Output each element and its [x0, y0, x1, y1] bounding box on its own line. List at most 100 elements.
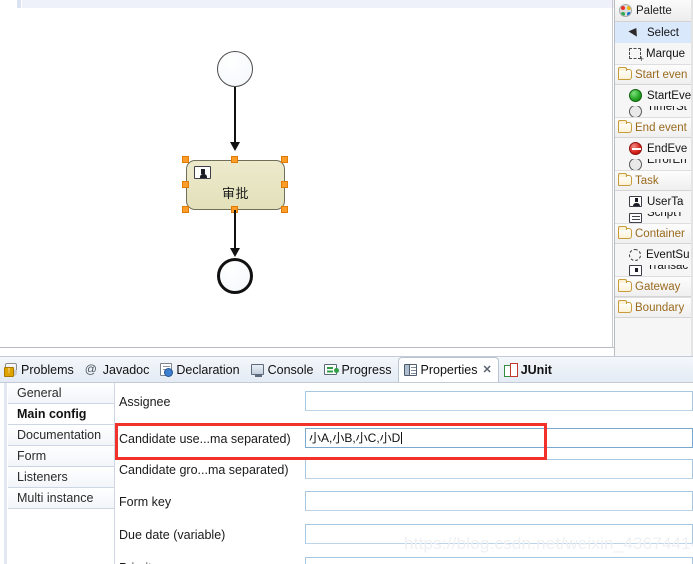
- tab-properties[interactable]: Properties ✕: [397, 357, 499, 383]
- form-label-candidate-users: Candidate use...ma separated): [119, 432, 291, 446]
- palette-item-user-task-label: UserTa: [647, 195, 684, 208]
- selection-handle-se[interactable]: [281, 206, 288, 213]
- palette-tool-marquee-label: Marque: [646, 47, 685, 60]
- tab-declaration-label: Declaration: [176, 362, 240, 377]
- tab-declaration[interactable]: Declaration: [155, 357, 245, 382]
- properties-tab-listeners-label: Listeners: [17, 470, 68, 484]
- palette-item-error-end-event[interactable]: ErrorEn: [615, 159, 693, 170]
- form-label-assignee: Assignee: [119, 395, 171, 409]
- palette-group-end-events[interactable]: End event: [615, 117, 693, 138]
- view-tab-bar: Problems Javadoc Declaration Console Pro…: [0, 356, 693, 383]
- palette-icon: [619, 4, 632, 17]
- folder-icon: [618, 67, 632, 80]
- palette-header-label: Palette: [636, 4, 672, 17]
- editor-tab-strip: [0, 0, 614, 8]
- priority-input[interactable]: [305, 557, 693, 564]
- properties-icon: [403, 364, 417, 376]
- properties-tab-general[interactable]: General: [8, 383, 115, 404]
- selection-handle-sw[interactable]: [182, 206, 189, 213]
- candidate-groups-input[interactable]: [305, 459, 693, 479]
- editor-area: 审批 Palette Select + Marque Start even St…: [0, 0, 693, 356]
- palette-item-user-task[interactable]: UserTa: [615, 191, 693, 212]
- bpmn-diagram-canvas[interactable]: 审批: [0, 8, 614, 348]
- palette-header[interactable]: Palette: [615, 0, 693, 22]
- selection-handle-nw[interactable]: [182, 156, 189, 163]
- folder-icon: [618, 279, 632, 292]
- user-task-icon: [629, 196, 642, 207]
- text-caret: [401, 432, 403, 444]
- palette-tool-marquee[interactable]: Marque: [615, 43, 693, 64]
- tab-junit[interactable]: JUnit: [499, 357, 558, 382]
- palette-tool-select[interactable]: Select: [615, 22, 693, 43]
- palette-group-gateway[interactable]: Gateway: [615, 276, 693, 297]
- tab-properties-label: Properties: [420, 363, 478, 377]
- start-event-circle[interactable]: [217, 51, 253, 87]
- properties-tab-main-config[interactable]: Main config: [8, 404, 115, 425]
- folder-icon: [618, 173, 632, 186]
- clock-icon: [629, 106, 642, 117]
- properties-tab-documentation-label: Documentation: [17, 428, 102, 442]
- progress-icon: [324, 364, 340, 375]
- tab-problems[interactable]: Problems: [0, 357, 80, 382]
- properties-tab-list: General Main config Documentation Form L…: [8, 383, 115, 564]
- palette-tool-select-label: Select: [647, 26, 679, 39]
- selection-handle-n[interactable]: [231, 156, 238, 163]
- properties-tab-general-label: General: [17, 386, 62, 400]
- close-icon[interactable]: ✕: [482, 364, 491, 376]
- palette-item-start-event[interactable]: StartEve: [615, 85, 693, 106]
- palette-group-boundary-label: Boundary: [635, 301, 685, 314]
- canvas-right-border: [612, 0, 613, 348]
- selection-handle-w[interactable]: [182, 181, 189, 188]
- palette-item-event-subprocess[interactable]: EventSu: [615, 244, 693, 265]
- palette-item-script-task[interactable]: ScriptT: [615, 212, 693, 223]
- tab-progress-label: Progress: [341, 362, 392, 377]
- marquee-icon: [629, 48, 644, 64]
- junit-icon: [503, 363, 518, 377]
- palette-group-boundary[interactable]: Boundary: [615, 297, 693, 318]
- form-key-input[interactable]: [305, 491, 693, 511]
- tab-javadoc[interactable]: Javadoc: [80, 357, 156, 382]
- selection-handle-e[interactable]: [281, 181, 288, 188]
- palette-item-end-event-label: EndEve: [647, 142, 688, 155]
- form-label-form-key: Form key: [119, 495, 172, 509]
- event-subprocess-icon: [629, 248, 641, 261]
- palette-group-container[interactable]: Container: [615, 223, 693, 244]
- palette-item-transaction-label: Transac: [647, 265, 689, 272]
- tab-problems-label: Problems: [21, 362, 74, 377]
- properties-tab-listeners[interactable]: Listeners: [8, 467, 115, 488]
- palette-item-error-end-event-label: ErrorEn: [647, 159, 687, 166]
- tab-console[interactable]: Console: [246, 357, 320, 382]
- problems-icon: [4, 363, 17, 377]
- tab-console-label: Console: [267, 362, 314, 377]
- assignee-input[interactable]: [305, 391, 693, 411]
- folder-icon: [618, 300, 632, 313]
- folder-icon: [618, 120, 632, 133]
- selection-handle-ne[interactable]: [281, 156, 288, 163]
- sequence-flow-task-to-end[interactable]: [234, 210, 236, 250]
- properties-tab-documentation[interactable]: Documentation: [8, 425, 115, 446]
- properties-tab-multi-instance-label: Multi instance: [17, 491, 94, 505]
- palette-item-end-event[interactable]: EndEve: [615, 138, 693, 159]
- tab-progress[interactable]: Progress: [319, 357, 397, 382]
- properties-tab-form[interactable]: Form: [8, 446, 115, 467]
- palette-item-start-event-label: StartEve: [647, 89, 692, 102]
- end-event-circle[interactable]: [217, 258, 253, 294]
- folder-icon: [618, 226, 632, 239]
- user-task-node[interactable]: 审批: [186, 160, 285, 210]
- javadoc-icon: [85, 362, 99, 377]
- cursor-icon: [629, 26, 642, 39]
- palette-group-task[interactable]: Task: [615, 170, 693, 191]
- palette-item-script-task-label: ScriptT: [647, 212, 684, 219]
- palette-item-timer-start-event-label: TimerSt: [647, 106, 687, 113]
- declaration-icon: [160, 363, 174, 377]
- form-row-assignee: Assignee: [115, 389, 693, 419]
- candidate-users-input[interactable]: 小A,小B,小C,小D: [305, 428, 693, 448]
- properties-tab-multi-instance[interactable]: Multi instance: [8, 488, 115, 509]
- sequence-flow-start-to-task[interactable]: [234, 87, 236, 143]
- form-row-form-key: Form key: [115, 489, 693, 519]
- palette-group-start-events[interactable]: Start even: [615, 64, 693, 85]
- eclipse-bpmn-designer-window: 审批 Palette Select + Marque Start even St…: [0, 0, 693, 564]
- palette-item-transaction[interactable]: Transac: [615, 265, 693, 276]
- palette-item-timer-start-event[interactable]: TimerSt: [615, 106, 693, 117]
- form-row-candidate-groups: Candidate gro...ma separated): [115, 457, 693, 487]
